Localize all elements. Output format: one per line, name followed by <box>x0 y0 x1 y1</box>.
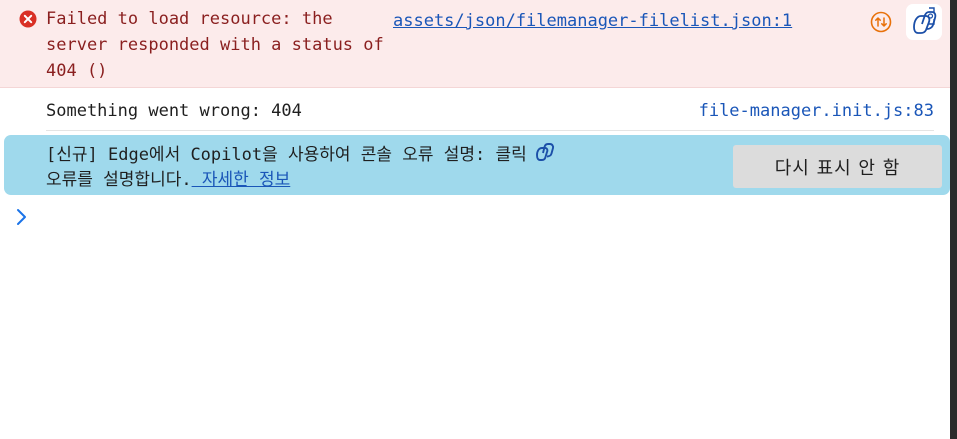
copilot-banner-line1-text: [신규] Edge에서 Copilot을 사용하여 콘솔 오류 설명: 클릭 <box>46 145 527 165</box>
error-source-link[interactable]: assets/json/filemanager-filelist.json:1 <box>393 8 792 34</box>
dont-show-again-button[interactable]: 다시 표시 안 함 <box>733 145 942 188</box>
log-message-row: Something went wrong: 404 file-manager.i… <box>0 89 950 131</box>
copilot-banner: [신규] Edge에서 Copilot을 사용하여 콘솔 오류 설명: 클릭 오… <box>4 135 950 195</box>
copilot-banner-text: [신규] Edge에서 Copilot을 사용하여 콘솔 오류 설명: 클릭 오… <box>46 140 686 193</box>
console-panel: Failed to load resource: the server resp… <box>0 0 950 439</box>
copilot-explain-icon[interactable] <box>905 3 943 41</box>
error-message-text: Failed to load resource: the server resp… <box>46 9 395 81</box>
copilot-banner-line1: [신규] Edge에서 Copilot을 사용하여 콘솔 오류 설명: 클릭 <box>46 140 686 168</box>
chevron-right-icon <box>17 209 26 225</box>
copilot-icon <box>535 143 554 161</box>
log-message-text: Something went wrong: 404 <box>46 101 302 121</box>
copilot-banner-line2-text: 오류를 설명합니다. <box>46 170 192 190</box>
row-divider <box>46 130 934 131</box>
error-message-row: Failed to load resource: the server resp… <box>0 0 950 88</box>
learn-more-link[interactable]: 자세한 정보 <box>192 170 290 190</box>
log-source-link[interactable]: file-manager.init.js:83 <box>699 98 934 124</box>
copilot-banner-line2: 오류를 설명합니다. 자세한 정보 <box>46 168 686 193</box>
window-edge <box>950 0 957 439</box>
network-request-icon[interactable] <box>870 11 892 33</box>
error-circle-icon <box>19 10 37 28</box>
console-input[interactable] <box>36 204 936 230</box>
